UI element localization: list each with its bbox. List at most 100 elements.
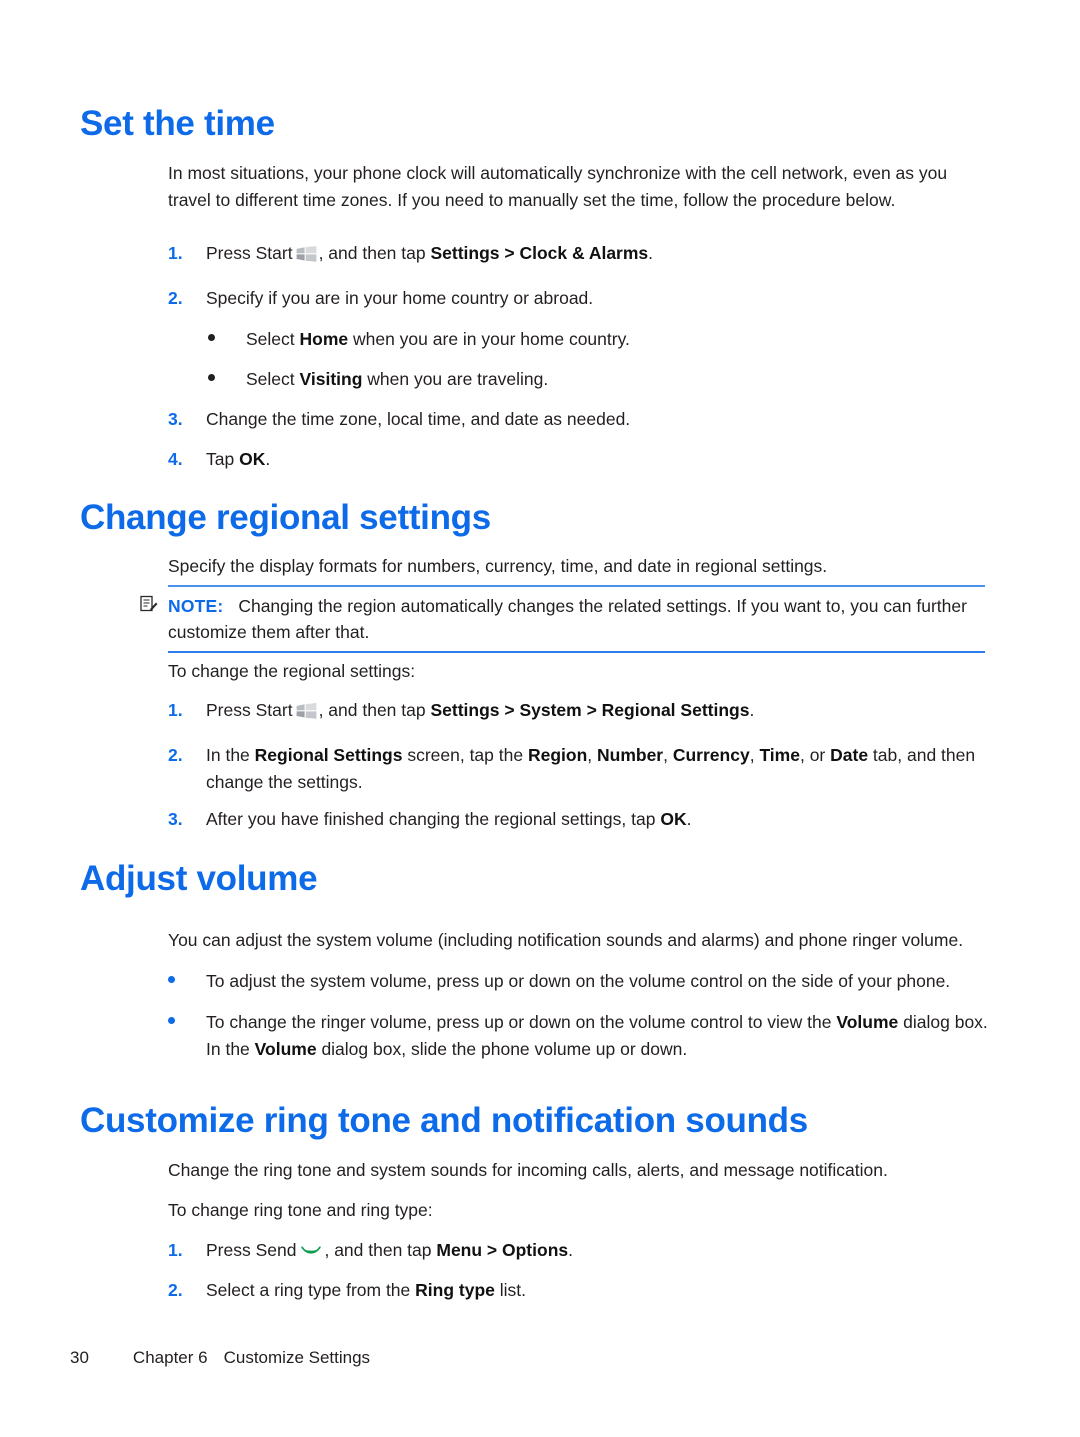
bullet-dot-icon [208, 334, 215, 341]
step-text-pre: Press Start [206, 700, 293, 720]
bullet-text: To change the ringer volume, press up or… [206, 1009, 988, 1062]
step-text-bold: Settings > Clock & Alarms [430, 243, 649, 263]
bullet-text-post: when you are traveling. [362, 369, 549, 389]
paragraph-adjust-volume-intro: You can adjust the system volume (includ… [168, 930, 964, 950]
list-marker: 2. [168, 745, 183, 765]
bullet-text: Select Home when you are in your home co… [246, 326, 968, 353]
note-text: Changing the region automatically change… [168, 596, 967, 643]
bullet-dot-icon [208, 374, 215, 381]
step-text-mid: , and then tap [324, 1240, 437, 1260]
bullet-text-bold: Visiting [299, 369, 363, 389]
paragraph-set-the-time-intro: In most situations, your phone clock wil… [168, 163, 948, 210]
step-text-bold: Ring type [415, 1280, 495, 1300]
bullet-text-p1: To change the ringer volume, press up or… [206, 1012, 837, 1032]
list-marker: 3. [168, 409, 183, 429]
footer-chapter: Chapter 6 [132, 1348, 208, 1367]
step-text-pre: Press Send [206, 1240, 297, 1260]
step-text-p5: , [749, 745, 760, 765]
list-marker: 2. [168, 288, 183, 308]
step-text-post: . [648, 243, 654, 263]
list-item-bullet: Select Visiting when you are traveling. [208, 366, 968, 393]
list-item-step: 2. In the Regional Settings screen, tap … [168, 742, 988, 795]
bullet-dot-icon [168, 1017, 175, 1024]
list-item-text: In the Regional Settings screen, tap the… [206, 742, 988, 795]
heading-adjust-volume: Adjust volume [80, 859, 318, 898]
step-text-p3: , [587, 745, 597, 765]
list-marker: 4. [168, 449, 183, 469]
bullet-text: To adjust the system volume, press up or… [206, 971, 951, 991]
paragraph-ring-tone-intro: Change the ring tone and system sounds f… [168, 1160, 888, 1180]
list-item-text: After you have finished changing the reg… [206, 806, 988, 833]
step-text-b4: Currency [672, 745, 750, 765]
heading-customize-ring-tone: Customize ring tone and notification sou… [80, 1101, 808, 1140]
step-text-mid: , and then tap [318, 243, 431, 263]
paragraph-regional-intro: Specify the display formats for numbers,… [168, 556, 828, 576]
list-item-step: 1. Press Start , and then tap Settings > … [168, 240, 988, 267]
step-text-pre: Select a ring type from the [206, 1280, 416, 1300]
footer-chapter-title: Customize Settings [223, 1348, 371, 1367]
list-item-bullet: To adjust the system volume, press up or… [168, 968, 988, 995]
step-text-p1: In the [206, 745, 255, 765]
step-text-bold: OK [660, 809, 687, 829]
list-item-text: Press Send , and then tap Menu > Options. [206, 1237, 988, 1264]
step-text-pre: After you have finished changing the reg… [206, 809, 661, 829]
step-text-post: list. [494, 1280, 526, 1300]
list-marker: 3. [168, 809, 183, 829]
list-item-text: Change the time zone, local time, and da… [206, 409, 631, 429]
page-footer: 30 Chapter 6 Customize Settings [70, 1348, 370, 1368]
step-text-p2: screen, tap the [402, 745, 528, 765]
list-marker: 1. [168, 700, 183, 720]
windows-start-icon [296, 700, 317, 719]
paragraph-ring-tone-lead-in: To change ring tone and ring type: [168, 1200, 433, 1220]
bullet-text: Select Visiting when you are traveling. [246, 366, 968, 393]
list-item-bullet: To change the ringer volume, press up or… [168, 1009, 988, 1062]
heading-change-regional-settings: Change regional settings [80, 498, 491, 537]
step-text-b1: Regional Settings [254, 745, 403, 765]
step-text-b3: Number [597, 745, 664, 765]
step-text-bold: OK [239, 449, 266, 469]
step-text-b2: Region [527, 745, 588, 765]
list-item-step: 3. After you have finished changing the … [168, 806, 988, 833]
bullet-text-p3: dialog box, slide the phone volume up or… [316, 1038, 688, 1059]
list-item-text: Press Start , and then tap Settings > Sys… [206, 697, 988, 724]
heading-set-the-time: Set the time [80, 104, 275, 143]
document-page: Set the time In most situations, your ph… [0, 0, 1080, 1437]
note-label: NOTE: [168, 596, 224, 616]
note-bottom-rule [168, 650, 985, 653]
bullet-text-pre: Select [246, 329, 300, 349]
list-item-text: Press Start , and then tap Settings > Clo… [206, 240, 988, 267]
bullet-text-pre: Select [246, 369, 300, 389]
step-text-mid: , and then tap [318, 700, 431, 720]
list-item-step: 3. Change the time zone, local time, and… [168, 406, 988, 433]
bullet-text-bold: Home [299, 329, 349, 349]
list-item-step: 1. Press Send , and then tap Menu > Optio… [168, 1237, 988, 1264]
step-text-p4: , [663, 745, 673, 765]
step-text-bold: Menu > Options [436, 1240, 569, 1260]
list-item-text: Tap OK. [206, 446, 988, 473]
note-body: NOTE: Changing the region automatically … [140, 587, 985, 651]
step-text-pre: Press Start [206, 243, 293, 263]
page-number: 30 [70, 1348, 89, 1367]
list-marker: 2. [168, 1280, 183, 1300]
step-text-pre: Tap [206, 449, 240, 469]
step-text-post: . [686, 809, 692, 829]
step-text-b6: Date [830, 745, 869, 765]
list-item-step: 2. Specify if you are in your home count… [168, 285, 988, 312]
windows-start-icon [296, 243, 317, 262]
step-text-p6: , or [799, 745, 831, 765]
list-item-text: Specify if you are in your home country … [206, 288, 594, 308]
bullet-text-post: when you are in your home country. [348, 329, 630, 349]
bullet-text-b1: Volume [836, 1012, 899, 1032]
list-item-step: 4. Tap OK. [168, 446, 988, 473]
step-text-post: . [265, 449, 271, 469]
step-text-post: . [749, 700, 755, 720]
step-text-bold: Settings > System > Regional Settings [430, 700, 750, 720]
step-text-post: . [568, 1240, 573, 1260]
step-text-b5: Time [759, 745, 800, 765]
list-item-step: 2. Select a ring type from the Ring type… [168, 1277, 988, 1304]
bullet-dot-icon [168, 976, 175, 983]
bullet-text-b2: Volume [254, 1038, 317, 1059]
list-marker: 1. [168, 1240, 183, 1260]
note-icon [140, 594, 158, 612]
list-marker: 1. [168, 243, 183, 263]
